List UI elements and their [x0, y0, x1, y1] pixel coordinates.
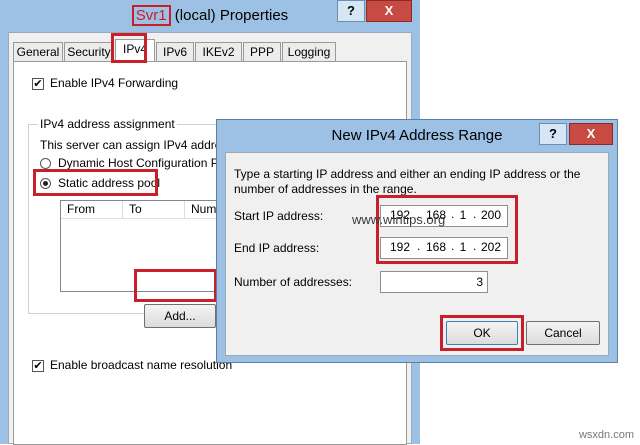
highlight-ip-fields [376, 195, 518, 264]
broadcast-label: Enable broadcast name resolution [50, 358, 233, 372]
cancel-button[interactable]: Cancel [526, 321, 600, 345]
highlight-add-button [134, 269, 217, 302]
highlight-ok-button [440, 315, 524, 351]
dialog-instructions: Type a starting IP address and either an… [234, 167, 581, 196]
count-label: Number of addresses: [234, 275, 353, 289]
close-button[interactable]: X [366, 0, 412, 22]
dialog-close-button[interactable]: X [569, 123, 613, 145]
enable-forwarding-label: Enable IPv4 Forwarding [50, 76, 179, 90]
tab-general[interactable]: General [13, 42, 63, 62]
ipv4-assignment-legend: IPv4 address assignment [38, 117, 177, 131]
column-header-from[interactable]: From [61, 201, 123, 219]
title-text: (local) Properties [170, 7, 289, 24]
highlight-ipv4-tab [111, 33, 147, 63]
tab-ikev2[interactable]: IKEv2 [195, 42, 242, 62]
footer-text: wsxdn.com [578, 429, 634, 441]
address-count-field[interactable]: 3 [380, 271, 488, 293]
watermark-text: www.wintips.org [352, 212, 446, 227]
help-button[interactable]: ? [337, 0, 365, 22]
tab-logging[interactable]: Logging [282, 42, 336, 62]
dhcp-option-label: Dynamic Host Configuration Proto [58, 156, 240, 170]
highlight-static-pool [33, 169, 158, 196]
add-button[interactable]: Add... [144, 304, 216, 328]
server-name: Svr1 [131, 5, 171, 26]
tab-ppp[interactable]: PPP [243, 42, 281, 62]
enable-forwarding-checkbox[interactable]: ✔ [32, 78, 44, 90]
dialog-help-button[interactable]: ? [539, 123, 567, 145]
tab-ipv6[interactable]: IPv6 [156, 42, 194, 62]
start-ip-label: Start IP address: [234, 209, 324, 223]
column-header-to[interactable]: To [123, 201, 185, 219]
end-ip-label: End IP address: [234, 241, 320, 255]
dhcp-radio[interactable] [40, 158, 51, 169]
tab-security[interactable]: Security [64, 42, 114, 62]
broadcast-checkbox[interactable]: ✔ [32, 360, 44, 372]
